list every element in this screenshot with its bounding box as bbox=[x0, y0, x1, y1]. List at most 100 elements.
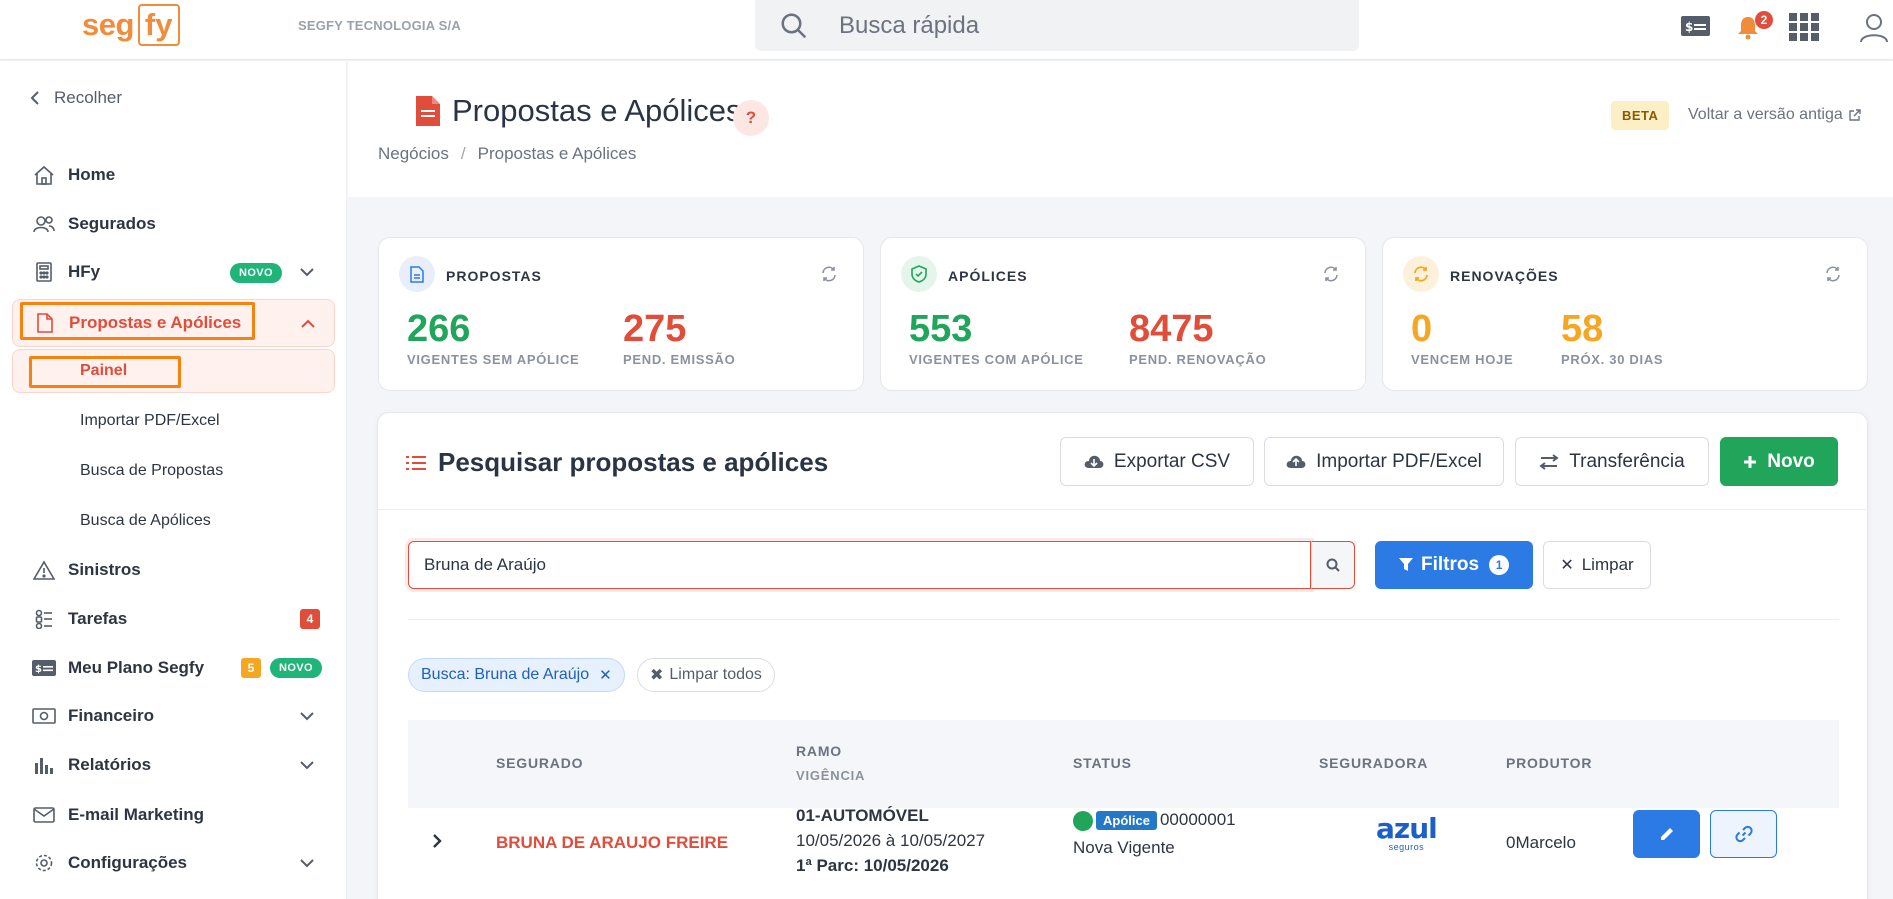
transfer-button[interactable]: Transferência bbox=[1515, 437, 1709, 486]
svg-text:$: $ bbox=[1685, 20, 1693, 34]
quick-search-input[interactable]: Busca rápida bbox=[755, 0, 1359, 51]
submenu-item-busca-propostas[interactable]: Busca de Propostas bbox=[80, 462, 223, 480]
document-icon bbox=[399, 256, 435, 292]
refresh-icon[interactable] bbox=[1825, 266, 1841, 282]
clear-all-filters-chip[interactable]: ✖ Limpar todos bbox=[637, 658, 775, 692]
parcela-value: 1ª Parc: 10/05/2026 bbox=[796, 856, 949, 875]
page-header: Propostas e Apólices ? Negócios / Proposta… bbox=[348, 61, 1893, 197]
segurado-name-link[interactable]: BRUNA DE ARAUJO FREIRE bbox=[496, 833, 728, 853]
sidebar-item-sinistros[interactable]: Sinistros bbox=[12, 548, 335, 592]
stat-card-apolices: APÓLICES 553 VIGENTES COM APÓLICE 8475 P… bbox=[880, 237, 1366, 391]
highlight-annotation bbox=[20, 302, 255, 340]
search-input[interactable]: Bruna de Araújo bbox=[408, 541, 1311, 589]
edit-button[interactable] bbox=[1633, 810, 1700, 858]
breadcrumb: Negócios / Propostas e Apólices bbox=[378, 144, 637, 163]
status-badge: Apólice bbox=[1096, 811, 1157, 831]
filter-count-badge: 1 bbox=[1489, 555, 1510, 575]
clear-button[interactable]: ✕ Limpar bbox=[1543, 541, 1651, 589]
transfer-arrows-icon bbox=[1539, 453, 1559, 470]
user-avatar-icon[interactable] bbox=[1858, 11, 1890, 43]
active-filter-chip: Busca: Bruna de Araújo ✕ bbox=[408, 658, 625, 692]
ramo-value: 01-AUTOMÓVEL bbox=[796, 806, 929, 825]
refresh-icon[interactable] bbox=[1323, 266, 1339, 282]
close-icon: ✖ bbox=[650, 667, 664, 684]
sidebar-item-financeiro[interactable]: Financeiro bbox=[12, 694, 335, 738]
renew-icon bbox=[1403, 256, 1439, 292]
sidebar-item-home[interactable]: Home bbox=[12, 153, 335, 197]
status-text: Nova Vigente bbox=[1073, 838, 1175, 857]
plan-count-badge: 5 bbox=[241, 658, 261, 678]
sidebar-item-tarefas[interactable]: Tarefas 4 bbox=[12, 597, 335, 641]
svg-text:$: $ bbox=[35, 664, 42, 675]
stat-value: 266 bbox=[407, 308, 471, 350]
submenu-item-importar[interactable]: Importar PDF/Excel bbox=[80, 412, 220, 430]
file-icon bbox=[416, 96, 440, 126]
close-icon: ✕ bbox=[1560, 557, 1574, 574]
pencil-icon bbox=[1660, 828, 1673, 840]
column-produtor[interactable]: PRODUTOR bbox=[1506, 755, 1592, 771]
topbar: seg fy SEGFY TECNOLOGIA S/A Busca rápida… bbox=[0, 0, 1893, 60]
segfy-logo[interactable]: seg fy bbox=[82, 3, 180, 47]
seguradora-logo: azul seguros bbox=[1376, 812, 1438, 853]
link-icon bbox=[1734, 825, 1753, 843]
chevron-down-icon bbox=[300, 858, 314, 868]
money-icon bbox=[32, 704, 56, 728]
quick-search-placeholder: Busca rápida bbox=[839, 11, 980, 39]
panel-title: Pesquisar propostas e apólices bbox=[406, 447, 828, 478]
link-button[interactable] bbox=[1710, 810, 1777, 858]
sidebar-item-relatorios[interactable]: Relatórios bbox=[12, 743, 335, 787]
search-icon bbox=[1326, 558, 1340, 572]
column-segurado[interactable]: SEGURADO bbox=[496, 755, 583, 771]
home-icon bbox=[32, 163, 56, 187]
expand-row-chevron-icon[interactable] bbox=[432, 834, 442, 848]
new-button[interactable]: Novo bbox=[1720, 437, 1838, 486]
stat-value: 58 bbox=[1561, 308, 1604, 350]
external-link-icon bbox=[1849, 109, 1861, 121]
breadcrumb-current: Propostas e Apólices bbox=[477, 144, 637, 163]
chevron-left-icon bbox=[30, 91, 39, 105]
new-badge: NOVO bbox=[230, 263, 282, 283]
stat-card-renovacoes: RENOVAÇÕES 0 VENCEM HOJE 58 PRÓX. 30 DIA… bbox=[1382, 237, 1868, 391]
import-pdf-excel-button[interactable]: Importar PDF/Excel bbox=[1264, 437, 1504, 486]
sidebar-item-meu-plano[interactable]: $ Meu Plano Segfy 5 NOVO bbox=[12, 646, 335, 690]
search-submit-button[interactable] bbox=[1311, 541, 1355, 589]
sidebar-item-email-marketing[interactable]: E-mail Marketing bbox=[12, 793, 335, 837]
beta-badge: BETA bbox=[1611, 101, 1670, 130]
notification-count-badge: 2 bbox=[1755, 11, 1773, 29]
list-icon bbox=[406, 455, 426, 470]
column-ramo[interactable]: RAMO bbox=[796, 743, 842, 759]
table-row: BRUNA DE ARAUJO FREIRE 01-AUTOMÓVEL 10/0… bbox=[408, 806, 1839, 899]
status-cell: Apólice 00000001 bbox=[1073, 810, 1236, 831]
sidebar-item-segurados[interactable]: Segurados bbox=[12, 202, 335, 246]
produtor-value: 0Marcelo bbox=[1506, 833, 1576, 852]
cloud-download-icon bbox=[1084, 455, 1104, 468]
column-seguradora[interactable]: SEGURADORA bbox=[1319, 755, 1428, 771]
status-dot bbox=[1073, 810, 1093, 831]
filters-button[interactable]: Filtros 1 bbox=[1375, 541, 1533, 589]
old-version-link[interactable]: Voltar a versão antiga bbox=[1688, 106, 1861, 124]
submenu-item-busca-apolices[interactable]: Busca de Apólices bbox=[80, 512, 211, 530]
chevron-down-icon bbox=[300, 760, 314, 770]
tasks-icon bbox=[32, 607, 56, 631]
sidebar-item-hfy[interactable]: HFy NOVO bbox=[12, 250, 335, 294]
help-button[interactable]: ? bbox=[733, 100, 769, 136]
breadcrumb-negocios[interactable]: Negócios bbox=[378, 144, 449, 163]
gear-icon bbox=[32, 851, 56, 875]
plus-icon bbox=[1744, 455, 1757, 468]
plan-icon: $ bbox=[32, 656, 56, 680]
chart-icon bbox=[32, 753, 56, 777]
refresh-icon[interactable] bbox=[821, 266, 837, 282]
export-csv-button[interactable]: Exportar CSV bbox=[1060, 437, 1254, 486]
stat-value: 275 bbox=[623, 308, 687, 350]
chevron-down-icon bbox=[300, 267, 314, 277]
column-vigencia[interactable]: VIGÊNCIA bbox=[796, 768, 865, 783]
apps-grid-icon[interactable] bbox=[1789, 13, 1819, 41]
chevron-down-icon bbox=[300, 711, 314, 721]
close-icon[interactable]: ✕ bbox=[599, 666, 612, 684]
collapse-sidebar-button[interactable]: Recolher bbox=[30, 88, 122, 108]
billing-icon[interactable]: $ bbox=[1680, 15, 1711, 37]
search-panel: Pesquisar propostas e apólices Exportar … bbox=[377, 412, 1869, 899]
column-status[interactable]: STATUS bbox=[1073, 755, 1132, 771]
stat-value: 553 bbox=[909, 308, 973, 350]
sidebar-item-configuracoes[interactable]: Configurações bbox=[12, 841, 335, 885]
